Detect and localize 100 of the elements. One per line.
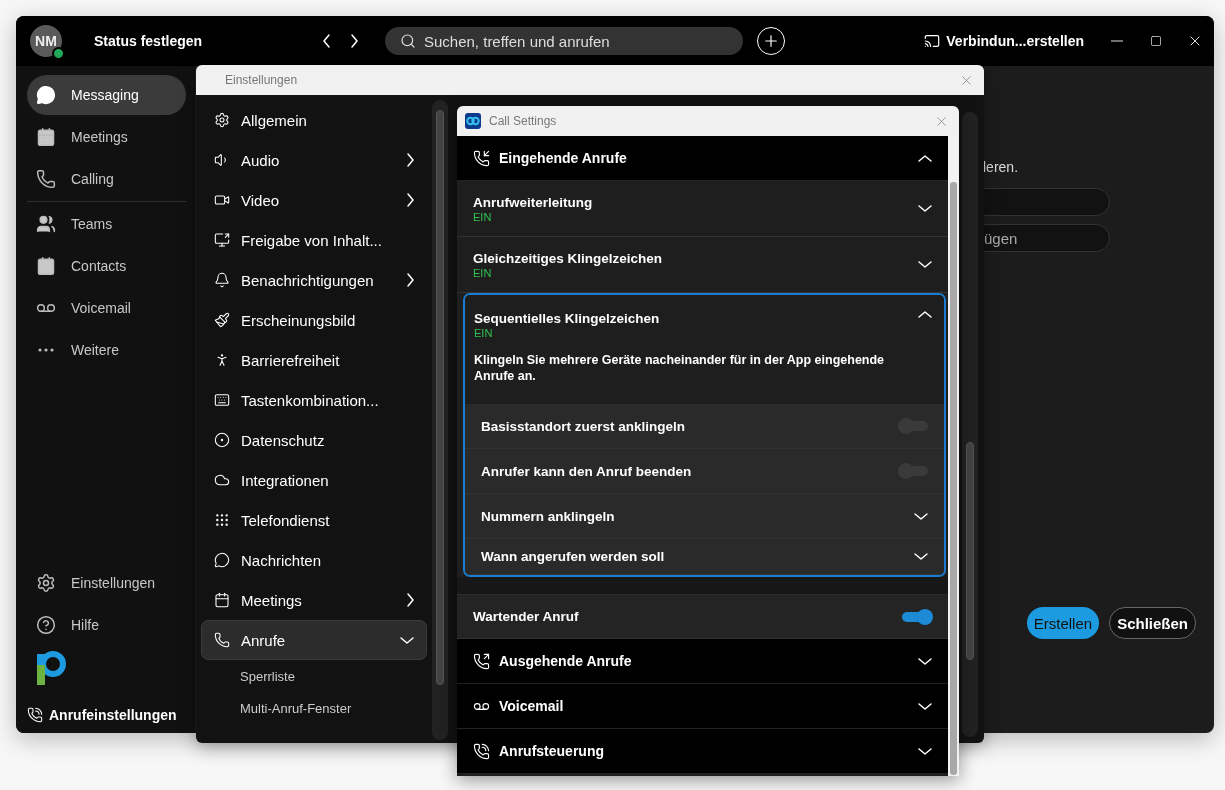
minimize-icon [1110,40,1123,42]
chevron-left-icon [322,34,330,48]
chevron-down-icon [914,553,928,560]
avatar[interactable]: NM [30,25,62,57]
nav-item[interactable]: Teams [27,204,186,244]
nav-item[interactable]: Hilfe [27,605,186,645]
plus-icon [762,32,780,50]
settings-category[interactable]: Anrufe [201,620,427,660]
outgoing-call-icon [473,652,490,670]
settings-category[interactable]: Meetings [201,580,427,620]
video-camera-icon [214,192,230,208]
setting-label: Anrufweiterleitung [473,194,594,210]
nav-item[interactable]: Messaging [27,75,186,115]
status-text[interactable]: Status festlegen [94,33,316,49]
ellipsis-icon [38,348,54,352]
setting-row[interactable]: Wann angerufen werden soll [465,539,944,575]
chevron-up-icon [918,154,932,162]
settings-category[interactable]: Allgemein [201,100,427,140]
app-logo-icon [465,113,481,129]
chevron-down-icon [918,261,932,268]
scrollbar[interactable] [432,100,448,740]
chat-bubble-icon [36,85,56,105]
status-label: EIN [474,327,494,339]
settings-icon [36,573,56,593]
setting-label: Wartender Anruf [473,609,580,624]
settings-category[interactable]: Datenschutz [201,420,427,460]
chevron-up-icon [918,311,932,318]
search-field[interactable]: Suchen, treffen und anrufen [385,27,743,55]
setting-label: Basisstandort zuerst anklingeln [481,418,687,434]
settings-category[interactable]: Barrierefreiheit [201,340,427,380]
setting-label: Gleichzeitiges Klingelzeichen [473,250,664,266]
cast-icon [924,33,941,49]
calendar-icon [36,127,56,147]
keyboard-icon [214,392,230,408]
dialog-title: Call Settings [489,114,558,128]
maximize-icon [1149,35,1162,47]
settings-category[interactable]: Audio [201,140,427,180]
dialpad-icon [214,512,230,528]
chevron-right-icon [407,593,414,607]
connect-button[interactable]: Verbindun...erstellen [924,33,1084,49]
chevron-right-icon [407,153,414,167]
calendar-icon [214,592,230,608]
chevron-down-icon [918,205,932,212]
setting-row[interactable]: Nummern anklingeln [465,494,944,539]
chevron-down-icon [918,747,932,755]
chevron-down-icon [400,636,414,644]
setting-label: Anrufer kann den Anruf beenden [481,463,693,479]
create-button[interactable]: Erstellen [1026,607,1100,639]
nav-item[interactable]: Einstellungen [27,563,186,603]
chevron-down-icon [918,702,932,710]
setting-row[interactable]: Gleichzeitiges Klingelzeichen EIN [457,237,948,293]
close-dialog-button[interactable]: Schließen [1109,607,1196,639]
chevron-right-icon [407,273,414,287]
chevron-right-icon [350,34,358,48]
settings-icon [214,112,230,128]
settings-category[interactable]: Benachrichtigungen [201,260,427,300]
presence-dot [52,47,65,60]
settings-category[interactable]: Video [201,180,427,220]
status-label: EIN [473,266,493,279]
person-icon [214,352,230,368]
settings-category[interactable]: Tastenkombination... [201,380,427,420]
chevron-down-icon [918,657,932,665]
toggle-switch[interactable] [902,611,932,622]
section-header[interactable]: Ausgehende Anrufe [457,639,948,684]
status-label: EIN [473,210,493,223]
help-icon [36,615,56,635]
settings-category[interactable]: Freigabe von Inhalt... [201,220,427,260]
logo-icon [36,651,66,685]
chat-bubble-icon [214,552,230,568]
settings-subcategory[interactable]: Multi-Anruf-Fenster [201,692,427,724]
nav-item[interactable]: Weitere [27,330,186,370]
settings-category[interactable]: Erscheinungsbild [201,300,427,340]
nav-item[interactable]: Calling [27,159,186,199]
incoming-call-icon [473,149,490,167]
settings-category[interactable]: Nachrichten [201,540,427,580]
nav-item[interactable]: Contacts [27,246,186,286]
settings-category[interactable]: Telefondienst [201,500,427,540]
section-header[interactable]: Voicemail [457,684,948,729]
setting-label: Wann angerufen werden soll [481,549,666,564]
section-header[interactable]: Eingehende Anrufe [457,136,948,181]
chevron-down-icon [914,512,928,520]
bell-icon [214,272,230,288]
section-header[interactable]: Anrufsteuerung [457,729,948,774]
brush-icon [214,312,230,328]
scrollbar[interactable] [948,136,959,776]
call-settings-link[interactable]: Anrufeinstellungen [23,697,186,733]
screen-share-icon [214,232,230,248]
setting-row[interactable]: Anrufweiterleitung EIN [457,181,948,237]
nav-item[interactable]: Voicemail [27,288,186,328]
contact-card-icon [36,256,56,276]
setting-label: Nummern anklingeln [481,508,616,524]
cloud-icon [214,472,230,488]
chevron-right-icon [407,193,414,207]
settings-subcategory[interactable]: Sperrliste [201,660,427,692]
scrollbar[interactable] [962,112,978,737]
instruction-text: leren. [982,159,1020,175]
nav-item[interactable]: Meetings [27,117,186,157]
settings-category[interactable]: Integrationen [201,460,427,500]
phone-icon [214,632,230,648]
setting-description: Klingeln Sie mehrere Geräte nacheinander für in der App eingehende Anrufe an. [474,353,886,385]
